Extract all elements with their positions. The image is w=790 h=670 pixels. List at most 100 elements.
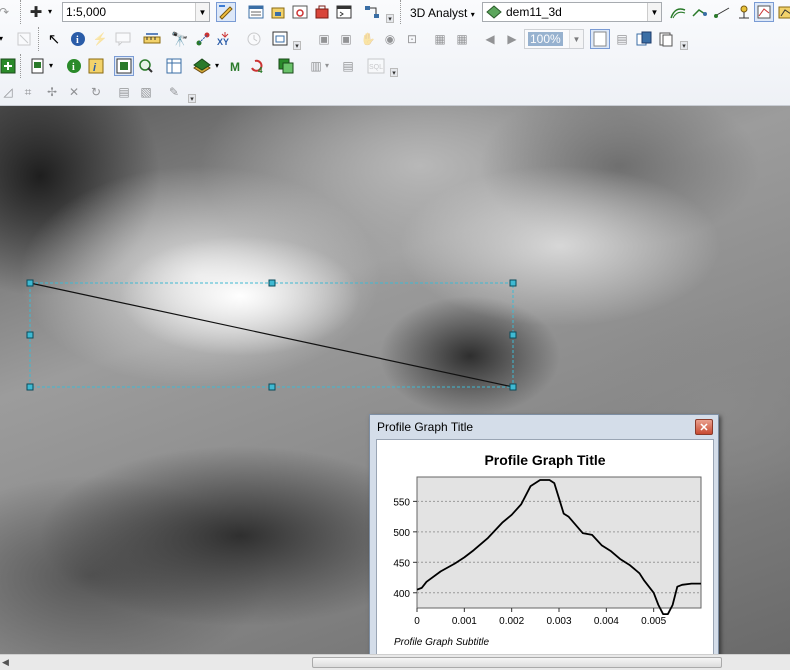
window-title[interactable]: Profile Graph Title xyxy=(377,420,473,434)
model-icon[interactable]: M xyxy=(226,56,246,76)
catalog-window-icon[interactable] xyxy=(268,2,288,22)
add-feature-icon[interactable] xyxy=(0,56,18,76)
editor-toolbar-icon[interactable] xyxy=(216,2,236,22)
zoom-in-fixed-icon[interactable]: ▣ xyxy=(314,29,334,49)
profile-graph-icon[interactable] xyxy=(776,2,790,22)
data-driven-pages-icon[interactable] xyxy=(656,29,676,49)
split-icon[interactable]: ✕ xyxy=(64,82,84,102)
x-tick-label: 0.004 xyxy=(594,616,619,627)
dropdown-icon[interactable]: ▾ xyxy=(0,29,6,49)
3d-analyst-menu[interactable]: 3D Analyst ▾ xyxy=(410,6,475,20)
change-layout-icon[interactable] xyxy=(634,29,654,49)
back-extent-icon[interactable]: ◀ xyxy=(480,29,500,49)
x-tick-label: 0 xyxy=(414,616,420,627)
svg-text:i: i xyxy=(72,62,75,73)
arcmap-window: ↷ ✚ ▾ 1:5,000 ▼ ▾ 3D Analyst ▾ dem11_3d … xyxy=(0,0,790,670)
toggle-layout-icon[interactable] xyxy=(114,56,134,76)
refresh-icon[interactable]: 4 xyxy=(248,56,268,76)
y-tick-label: 400 xyxy=(393,589,410,600)
create-viewer-window-icon[interactable] xyxy=(270,29,290,49)
go-to-xy-icon[interactable]: XY xyxy=(215,29,235,49)
chevron-down-icon[interactable]: ▼ xyxy=(195,3,209,21)
time-slider-icon[interactable] xyxy=(244,29,264,49)
selection-handle xyxy=(26,331,34,339)
scroll-left-icon[interactable]: ◀ xyxy=(2,657,9,668)
layout-toolbar: ▾ i i ▾ M 4 ▥ ▾ ▤ SQL ▾ xyxy=(0,54,790,78)
full-extent-icon[interactable]: ◉ xyxy=(380,29,400,49)
svg-text:4: 4 xyxy=(258,66,263,74)
redo-icon[interactable]: ↷ xyxy=(0,2,14,22)
scrollbar-thumb[interactable] xyxy=(312,657,722,668)
dropdown-icon[interactable]: ▾ xyxy=(46,56,56,76)
search-window-icon[interactable] xyxy=(290,2,310,22)
attributes-icon[interactable]: ▤ xyxy=(114,82,134,102)
hyperlink-icon[interactable]: ⚡ xyxy=(90,29,110,49)
zoom-to-layer-icon[interactable] xyxy=(136,56,156,76)
find-icon[interactable]: 🔭 xyxy=(170,29,190,49)
sketch-tool-icon[interactable]: ◿ xyxy=(0,82,18,102)
create-contour-icon[interactable] xyxy=(668,2,688,22)
line-of-sight-icon[interactable] xyxy=(712,2,732,22)
layout-zoom-combo[interactable]: 100% ▼ xyxy=(524,29,584,49)
rotate-icon[interactable]: ↻ xyxy=(86,82,106,102)
interpolate-point-icon[interactable] xyxy=(734,2,754,22)
layer-combo[interactable]: dem11_3d ▼ xyxy=(482,2,662,22)
geoprocessing-icon[interactable]: i xyxy=(64,56,84,76)
toolbar-area: ↷ ✚ ▾ 1:5,000 ▼ ▾ 3D Analyst ▾ dem11_3d … xyxy=(0,0,790,106)
new-map-document-icon[interactable] xyxy=(28,56,48,76)
find-route-icon[interactable] xyxy=(193,29,213,49)
clear-selection-icon[interactable] xyxy=(14,29,34,49)
toolbar-options-icon[interactable]: ▾ xyxy=(293,41,301,50)
dropdown-icon[interactable]: ▾ xyxy=(212,56,222,76)
zoom-100-icon[interactable]: ▦ xyxy=(430,29,450,49)
table-of-contents-icon[interactable] xyxy=(246,2,266,22)
toolbar-options-icon[interactable]: ▾ xyxy=(390,68,398,77)
add-data-icon[interactable]: ✚ xyxy=(26,2,46,22)
toolbar-grip[interactable] xyxy=(20,54,23,78)
forward-extent-icon[interactable]: ▶ xyxy=(502,29,522,49)
attribute-table-icon[interactable] xyxy=(164,56,184,76)
toolbar-options-icon[interactable]: ▾ xyxy=(680,41,688,50)
sketch-properties-icon[interactable]: ▧ xyxy=(136,82,156,102)
zoom-out-fixed-icon[interactable]: ▣ xyxy=(336,29,356,49)
x-tick-label: 0.003 xyxy=(546,616,571,627)
toolbar-options-icon[interactable]: ▾ xyxy=(188,94,196,103)
paste-icon[interactable]: ▤ xyxy=(338,56,358,76)
measure-icon[interactable] xyxy=(142,29,162,49)
toolbar-options-icon[interactable]: ▾ xyxy=(386,14,394,23)
toolbar-grip[interactable] xyxy=(20,0,23,24)
arctoolbox-icon[interactable] xyxy=(312,2,332,22)
toolbar-grip[interactable] xyxy=(400,0,403,24)
move-icon[interactable]: ✢ xyxy=(42,82,62,102)
vertex-icon[interactable]: ⌗ xyxy=(18,82,38,102)
x-tick-label: 0.001 xyxy=(452,616,477,627)
dropdown-icon[interactable]: ▾ xyxy=(322,56,332,76)
chevron-down-icon[interactable]: ▼ xyxy=(647,3,661,21)
interpolate-line-icon[interactable] xyxy=(754,2,774,22)
toggle-draft-mode-icon[interactable] xyxy=(590,29,610,49)
create-features-icon[interactable]: ✎ xyxy=(164,82,184,102)
identify-icon[interactable]: i xyxy=(68,29,88,49)
y-tick-label: 550 xyxy=(393,497,410,508)
zoom-value: 100% xyxy=(528,32,563,46)
profile-graph-window[interactable]: Profile Graph Title ✕ Profile Graph Titl… xyxy=(369,414,719,664)
python-window-icon[interactable] xyxy=(334,2,354,22)
sql-query-icon[interactable]: SQL xyxy=(366,56,386,76)
select-elements-icon[interactable]: ↖ xyxy=(44,29,64,49)
toolbar-grip[interactable] xyxy=(38,27,41,51)
zoom-whole-page-icon[interactable]: ⊡ xyxy=(402,29,422,49)
help-icon[interactable]: i xyxy=(86,56,106,76)
add-data-dropdown-icon[interactable]: ▾ xyxy=(45,2,55,22)
pan-layout-icon[interactable]: ✋ xyxy=(358,29,378,49)
map-scale-combo[interactable]: 1:5,000 ▼ xyxy=(62,2,210,22)
layer-symbology-icon[interactable] xyxy=(192,56,212,76)
steepest-path-icon[interactable] xyxy=(690,2,710,22)
focus-data-frame-icon[interactable]: ▤ xyxy=(612,29,632,49)
fixed-zoom-out-icon[interactable]: ▦ xyxy=(452,29,472,49)
close-icon[interactable]: ✕ xyxy=(695,419,713,435)
html-popup-icon[interactable] xyxy=(113,29,133,49)
horizontal-scrollbar[interactable]: ◀ xyxy=(0,654,790,670)
copy-layer-icon[interactable] xyxy=(276,56,296,76)
chevron-down-icon[interactable]: ▼ xyxy=(569,30,583,48)
model-builder-icon[interactable] xyxy=(362,2,382,22)
